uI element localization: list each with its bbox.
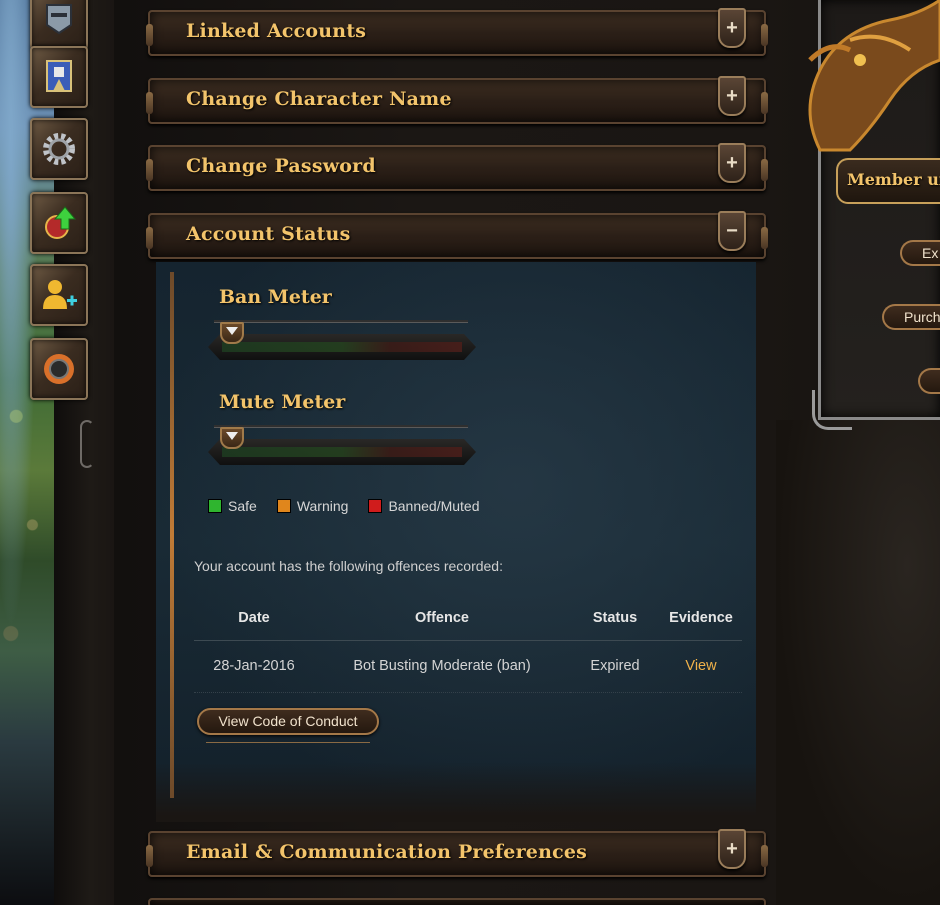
column-header-status: Status (570, 596, 660, 641)
panel-divider (170, 272, 174, 798)
offence-name: Bot Busting Moderate (ban) (314, 640, 570, 693)
offences-intro: Your account has the following offences … (194, 558, 503, 574)
offence-evidence: View (660, 640, 742, 693)
meter-legend: Safe Warning Banned/Muted (208, 498, 480, 514)
column-header-date: Date (194, 596, 314, 641)
section-linked-accounts[interactable]: Linked Accounts + (146, 8, 768, 56)
column-header-evidence: Evidence (660, 596, 742, 641)
section-title: Change Character Name (186, 88, 452, 110)
column-header-offence: Offence (314, 596, 570, 641)
legend-item-warning: Warning (276, 498, 349, 514)
member-status-label: Member un (847, 170, 940, 189)
table-row: 28-Jan-2016 Bot Busting Moderate (ban) E… (194, 640, 742, 693)
offence-date: 28-Jan-2016 (194, 640, 314, 693)
section-title: Linked Accounts (186, 20, 367, 42)
expand-icon[interactable]: + (718, 8, 746, 48)
legend-label: Banned/Muted (388, 498, 480, 514)
expand-icon[interactable]: + (718, 829, 746, 869)
expand-icon[interactable]: + (718, 143, 746, 183)
offence-status: Expired (570, 640, 660, 693)
member-button-ex[interactable]: Ex (900, 240, 940, 266)
collapse-icon[interactable]: − (718, 211, 746, 251)
sidebar-bomb-button[interactable] (30, 338, 88, 400)
section-change-password[interactable]: Change Password + (146, 143, 768, 191)
sidebar-gear-button[interactable] (30, 118, 88, 180)
section-email-preferences[interactable]: Email & Communication Preferences + (146, 829, 768, 877)
expand-icon[interactable]: + (718, 76, 746, 116)
view-evidence-link[interactable]: View (685, 658, 716, 674)
member-button-purchase[interactable]: Purch (882, 304, 940, 330)
right-background (776, 420, 940, 905)
add-friend-icon (43, 280, 77, 309)
mute-meter-title: Mute Meter (219, 391, 346, 413)
section-title: Email & Communication Preferences (186, 841, 588, 863)
upgrade-icon (45, 206, 77, 239)
section-account-status[interactable]: Account Status − (146, 211, 768, 259)
legend-swatch (208, 499, 222, 513)
gear-icon (43, 133, 75, 165)
bomb-icon (44, 354, 74, 384)
legend-label: Warning (296, 498, 349, 514)
sidebar-add-friend-button[interactable] (30, 264, 88, 326)
panel-corner-ornament (812, 390, 852, 430)
legend-item-banned: Banned/Muted (368, 498, 480, 514)
ban-meter-pointer (220, 322, 244, 344)
mute-meter-pointer (220, 427, 244, 449)
mute-meter (208, 425, 476, 473)
section-title: Account Status (186, 223, 351, 245)
member-button-partial[interactable] (918, 368, 940, 394)
helmet-icon (46, 4, 72, 35)
ban-meter-title: Ban Meter (219, 286, 332, 308)
legend-swatch (276, 499, 291, 513)
section-title: Change Password (186, 155, 376, 177)
sidebar-helmet-button[interactable] (30, 0, 88, 50)
sidebar-banner-button[interactable] (30, 46, 88, 108)
legend-label: Safe (228, 498, 257, 514)
banner-icon (46, 60, 72, 92)
legend-swatch (368, 499, 383, 513)
ban-meter (208, 320, 476, 368)
legend-item-safe: Safe (208, 498, 257, 514)
sidebar-upgrade-button[interactable] (30, 192, 88, 254)
offences-table: Date Offence Status Evidence 28-Jan-2016… (194, 596, 742, 693)
section-next-partial[interactable] (148, 898, 766, 905)
button-underline (206, 742, 370, 743)
table-header-row: Date Offence Status Evidence (194, 596, 742, 641)
rail-ornament (80, 420, 94, 468)
view-code-of-conduct-button[interactable]: View Code of Conduct (197, 708, 379, 735)
dragon-emblem-icon (808, 0, 940, 152)
section-change-character-name[interactable]: Change Character Name + (146, 76, 768, 124)
